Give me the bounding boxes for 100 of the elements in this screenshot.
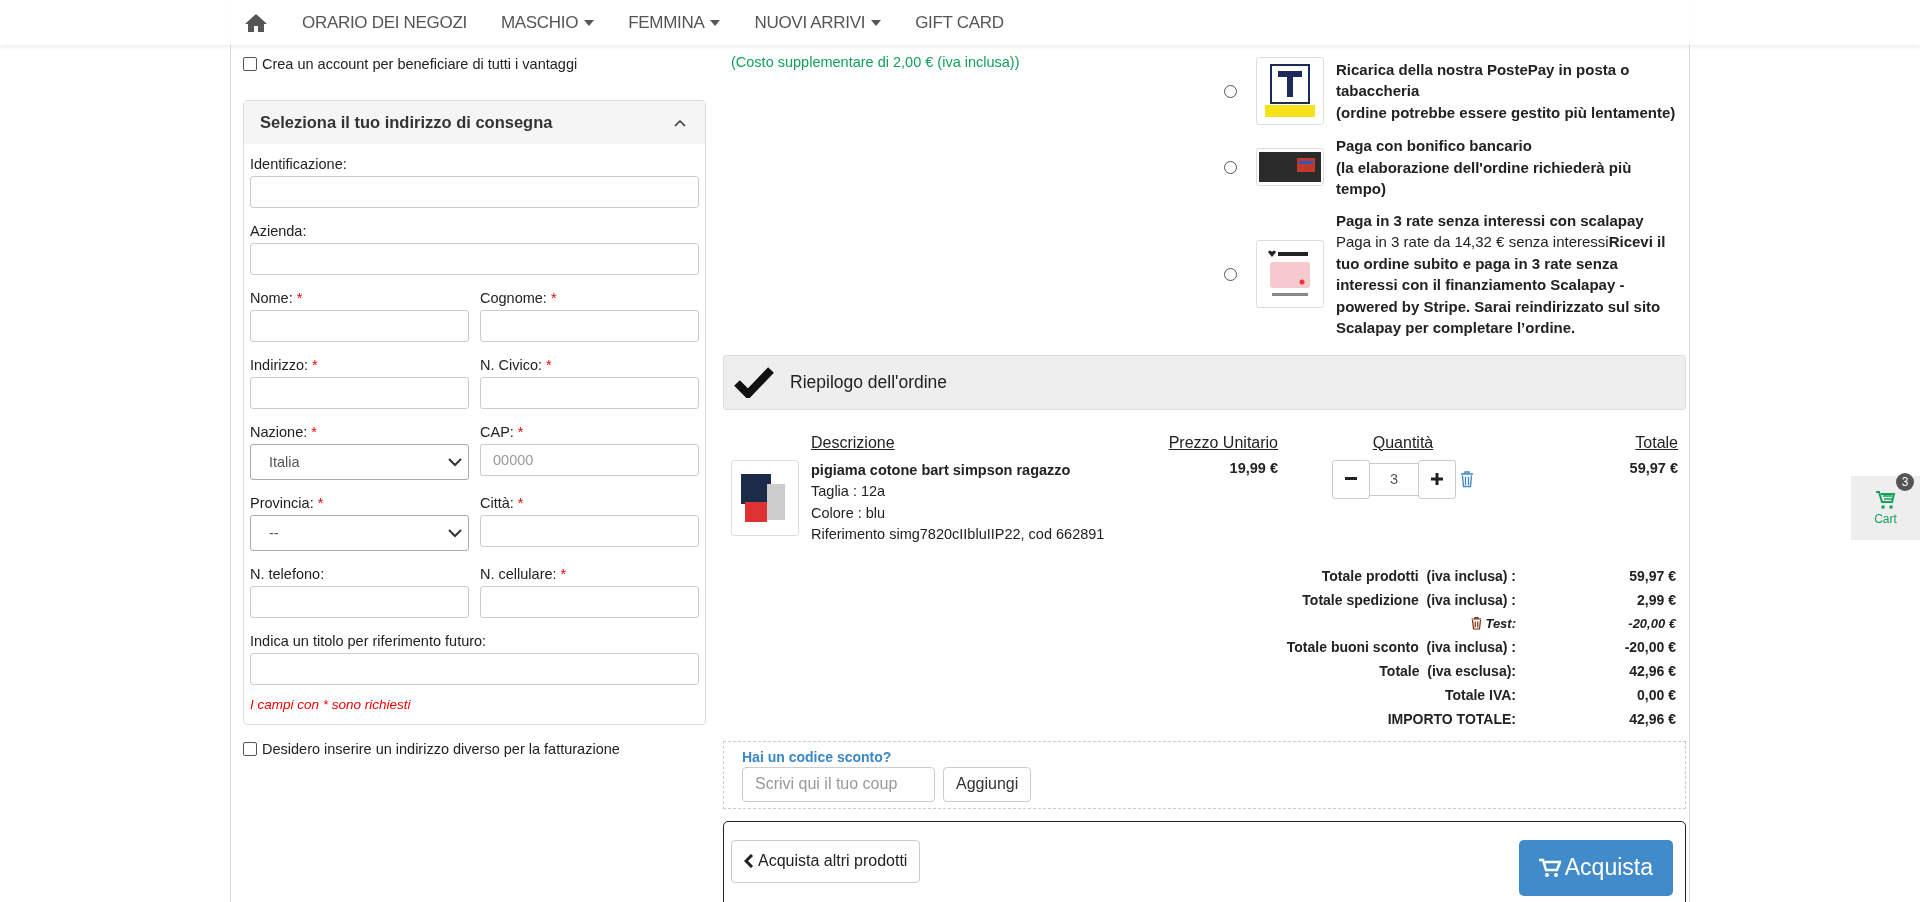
back-button[interactable]: Acquista altri prodotti xyxy=(731,839,921,883)
nav-link[interactable]: NUOVI ARRIVI xyxy=(754,12,882,33)
unit-price: 19,99 € xyxy=(1228,459,1278,476)
product-detail: Colore : blu xyxy=(811,503,887,523)
input-field[interactable] xyxy=(250,243,699,275)
product-name[interactable]: pigiama cotone bart simpson ragazzo xyxy=(811,459,1111,481)
field-label: Provincia: xyxy=(250,495,314,511)
field-label: Indica un titolo per riferimento futuro: xyxy=(250,633,487,649)
required-mark: * xyxy=(317,495,324,511)
minus-icon xyxy=(1345,477,1357,481)
required-mark: * xyxy=(517,495,524,511)
field-label: N. telefono: xyxy=(250,566,325,582)
total-amount: -20,00 € xyxy=(1623,638,1676,655)
checkbox[interactable] xyxy=(243,57,257,71)
nav-link[interactable]: FEMMINA xyxy=(628,12,721,33)
decrease-button[interactable] xyxy=(1332,459,1370,499)
required-mark: * xyxy=(312,357,318,373)
column-header: Prezzo Unitario xyxy=(1167,433,1278,452)
line-total: 59,97 € xyxy=(1628,459,1678,476)
column-header: Totale xyxy=(1634,433,1678,452)
trash-icon[interactable] xyxy=(1471,616,1483,630)
input-field[interactable] xyxy=(250,653,699,685)
field-label: Nazione: xyxy=(250,424,308,440)
total-amount: 42,96 € xyxy=(1628,662,1676,679)
input-field[interactable] xyxy=(250,310,469,342)
chevron-left-icon xyxy=(744,854,754,868)
checkmark-icon xyxy=(734,366,774,398)
chevron-up-icon[interactable] xyxy=(674,118,686,127)
input-field[interactable] xyxy=(250,176,699,208)
card-logo xyxy=(1256,240,1324,308)
required-mark: * xyxy=(311,424,317,440)
total-label: Totale IVA: xyxy=(1443,686,1516,703)
plus-icon xyxy=(1431,473,1443,485)
checkbox[interactable] xyxy=(243,742,257,756)
input-field[interactable] xyxy=(480,310,699,342)
cart-label: Cart xyxy=(1874,512,1897,526)
panel-title: Seleziona il tuo indirizzo di consegna xyxy=(260,113,553,132)
checkbox-label: Desidero inserire un indirizzo diverso per la fatturazione xyxy=(262,741,620,757)
input-field[interactable] xyxy=(250,377,469,409)
caret-icon xyxy=(710,19,721,26)
cart-icon xyxy=(1538,857,1561,878)
caret-icon xyxy=(871,19,882,26)
total-amount: 0,00 € xyxy=(1636,686,1676,703)
voucher-amount: -20,00 € xyxy=(1627,615,1676,631)
field-label: Cognome: xyxy=(480,290,547,306)
required-mark: * xyxy=(546,357,552,373)
input-field[interactable] xyxy=(480,515,699,547)
payment-title: Ricarica della nostra PostePay in posta o tabaccheria xyxy=(1336,59,1631,102)
summary-title: Riepilogo dell'ordine xyxy=(790,371,948,393)
increase-button[interactable] xyxy=(1418,459,1456,499)
payment-note: (la elaborazione dell'ordine richiederà più tempo) xyxy=(1336,157,1633,199)
total-label: Totale buoni sconto (iva inclusa) : xyxy=(1285,638,1516,655)
total-label: Totale (iva esclusa): xyxy=(1378,662,1516,679)
cart-icon xyxy=(1875,490,1896,510)
total-label: Totale spedizione (iva inclusa) : xyxy=(1301,591,1516,608)
gift-cost-note: (Costo supplementare di 2,00 € (iva inclusa)) xyxy=(731,54,1021,70)
bank-transfer-logo xyxy=(1256,148,1324,187)
payment-note: (ordine potrebbe essere gestito più lentamente) xyxy=(1336,102,1676,123)
nav-link[interactable]: MASCHIO xyxy=(500,12,595,33)
required-mark: * xyxy=(550,290,557,306)
field-label: Città: xyxy=(480,495,514,511)
chevron-down-icon xyxy=(448,457,462,467)
column-header: Descrizione xyxy=(811,433,896,452)
photo-placeholder[interactable] xyxy=(731,459,799,536)
required-mark: * xyxy=(517,424,524,440)
total-amount: 59,97 € xyxy=(1628,567,1676,584)
required-note: I campi con * sono richiesti xyxy=(250,697,412,712)
nav-link[interactable]: ORARIO DEI NEGOZI xyxy=(302,12,467,33)
field-label: Azienda: xyxy=(250,223,307,239)
field-label: N. Civico: xyxy=(480,357,543,373)
field-label: CAP: xyxy=(480,424,514,440)
total-amount: 2,99 € xyxy=(1636,591,1676,608)
field-label: Identificazione: xyxy=(250,156,347,172)
required-mark: * xyxy=(560,566,567,582)
payment-description: Paga in 3 rate da 14,32 € senza interessiRicevi il tuo ordine subito e paga in 3 rate senza interessi con il finanziamento Scalapay - powered by Stripe. Sarai reindirizzato sul sito Scalapay per completare l’ordine. xyxy=(1336,232,1667,338)
buy-button[interactable]: Acquista xyxy=(1518,839,1673,896)
cart-widget[interactable]: Cart 3 xyxy=(1851,476,1920,540)
payment-title: Paga con bonifico bancario xyxy=(1336,136,1533,156)
input-field[interactable] xyxy=(480,377,699,409)
nav-link[interactable]: GIFT CARD xyxy=(915,12,1004,33)
caret-icon xyxy=(584,19,595,26)
checkbox-label: Crea un account per beneficiare di tutti i vantaggi xyxy=(262,56,578,72)
chevron-down-icon xyxy=(448,528,462,538)
input-field[interactable] xyxy=(250,586,469,618)
field-label: Nome: xyxy=(250,290,293,306)
dropdown-select[interactable]: Italia xyxy=(250,444,469,480)
total-label: Totale prodotti (iva inclusa) : xyxy=(1320,567,1516,584)
total-label: IMPORTO TOTALE: xyxy=(1386,710,1516,727)
input-field[interactable] xyxy=(480,586,699,618)
add-button[interactable]: Aggiungi xyxy=(943,766,1032,802)
total-amount: 42,96 € xyxy=(1628,710,1676,727)
coupon-title: Hai un codice sconto? xyxy=(742,748,893,765)
required-mark: * xyxy=(296,290,303,306)
cart-count-badge: 3 xyxy=(1896,473,1914,491)
tobacco-shop-logo xyxy=(1256,57,1324,125)
dropdown-select[interactable]: -- xyxy=(250,515,469,551)
product-detail: Riferimento simg7820cIIbluIIP22, cod 662891 xyxy=(811,525,1106,544)
field-label: Indirizzo: xyxy=(250,357,309,373)
product-detail: Taglia : 12a xyxy=(811,482,887,501)
home-icon[interactable] xyxy=(244,12,268,33)
